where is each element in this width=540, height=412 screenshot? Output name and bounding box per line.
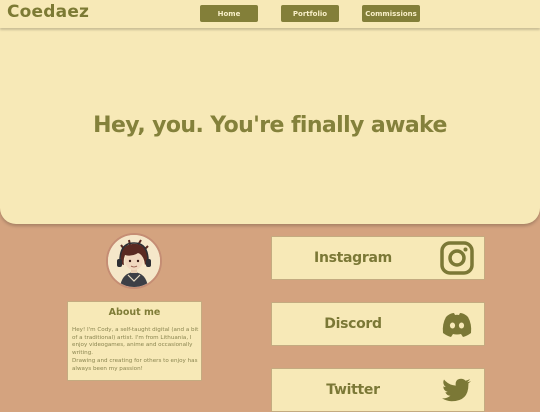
instagram-icon — [440, 241, 474, 275]
nav-home-button[interactable]: Home — [200, 5, 258, 22]
about-body: Hey! I'm Cody, a self-taught digital (an… — [72, 327, 199, 372]
twitter-label: Twitter — [326, 382, 380, 398]
brand-logo[interactable]: Coedaez — [7, 2, 89, 22]
hero-section: Hey, you. You're finally awake — [0, 0, 540, 224]
instagram-link-card[interactable]: Instagram — [271, 236, 485, 280]
discord-label: Discord — [324, 316, 382, 332]
twitter-icon — [442, 378, 471, 402]
nav-commissions-button[interactable]: Commissions — [362, 5, 420, 22]
about-card: About me Hey! I'm Cody, a self-taught di… — [67, 301, 202, 381]
top-navbar: Coedaez Home Portfolio Commissions — [0, 0, 540, 28]
discord-icon — [442, 313, 472, 337]
hero-heading: Hey, you. You're finally awake — [93, 113, 447, 138]
about-title: About me — [108, 307, 161, 318]
discord-link-card[interactable]: Discord — [271, 302, 485, 346]
avatar-illustration — [108, 235, 160, 287]
avatar — [106, 233, 162, 289]
instagram-label: Instagram — [314, 250, 392, 266]
twitter-link-card[interactable]: Twitter — [271, 368, 485, 412]
nav-portfolio-button[interactable]: Portfolio — [281, 5, 339, 22]
